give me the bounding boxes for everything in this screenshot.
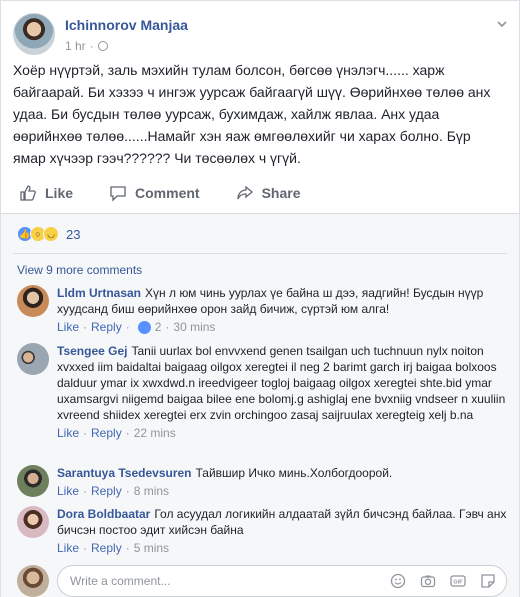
comment-reply-link[interactable]: Reply xyxy=(91,483,122,499)
comment-time[interactable]: 22 mins xyxy=(134,425,176,441)
comment-time[interactable]: 5 mins xyxy=(134,540,169,556)
commenter-avatar[interactable] xyxy=(17,285,49,317)
comment-reply-link[interactable]: Reply xyxy=(91,319,122,335)
commenter-avatar[interactable] xyxy=(17,343,49,375)
commenter-name[interactable]: Dora Boldbaatar xyxy=(57,507,150,521)
post-text: Хоёр нүүртэй, заль мэхийн тулам болсон, … xyxy=(13,62,491,166)
post-meta: 1 hr · xyxy=(65,39,108,53)
post-actions: Like Comment Share xyxy=(13,175,509,211)
comment-icon xyxy=(110,186,126,202)
thumbs-up-icon xyxy=(20,185,36,201)
view-more-comments-link[interactable]: View 9 more comments xyxy=(17,263,142,277)
divider xyxy=(13,253,507,254)
camera-icon[interactable] xyxy=(420,573,436,589)
post-time[interactable]: 1 hr xyxy=(65,39,86,53)
gif-icon[interactable]: GIF xyxy=(450,573,466,589)
reaction-count[interactable]: 23 xyxy=(66,227,80,242)
share-button[interactable]: Share xyxy=(230,184,307,202)
write-comment-placeholder: Write a comment... xyxy=(70,574,171,588)
commenter-name[interactable]: Sarantuya Tsedevsuren xyxy=(57,466,192,480)
comment-label: Comment xyxy=(135,185,200,201)
current-user-avatar xyxy=(17,565,49,597)
comment-like-link[interactable]: Like xyxy=(57,425,79,441)
write-comment-input[interactable]: Write a comment... GIF xyxy=(57,565,507,597)
author-name[interactable]: Ichinnorov Manjaa xyxy=(65,17,188,33)
commenter-avatar[interactable] xyxy=(17,465,49,497)
globe-icon xyxy=(97,41,108,51)
commenter-name[interactable]: Lldm Urtnasan xyxy=(57,286,141,300)
emoji-icon[interactable] xyxy=(390,573,406,589)
comment-button[interactable]: Comment xyxy=(103,184,206,202)
comment-like-link[interactable]: Like xyxy=(57,483,79,499)
comment-like-link[interactable]: Like xyxy=(57,319,79,335)
chevron-down-icon[interactable] xyxy=(497,19,507,29)
comment-reply-link[interactable]: Reply xyxy=(91,540,122,556)
write-comment-row: Write a comment... GIF xyxy=(17,565,507,597)
share-label: Share xyxy=(261,185,301,201)
commenter-avatar[interactable] xyxy=(17,506,49,538)
commenter-name[interactable]: Tsengee Gej xyxy=(57,344,127,358)
svg-text:GIF: GIF xyxy=(453,580,463,586)
sticker-icon[interactable] xyxy=(480,573,496,589)
post-card: Ichinnorov Manjaa 1 hr · Хоёр нүүртэй, з… xyxy=(0,0,520,597)
share-icon xyxy=(236,185,253,200)
comment-reply-link[interactable]: Reply xyxy=(91,425,122,441)
like-button[interactable]: Like xyxy=(13,184,79,202)
comment-text: Тайвшир Ичко минь.Холбогдоорой. xyxy=(195,466,393,480)
comment-time[interactable]: 8 mins xyxy=(134,483,169,499)
comment-like-count[interactable]: 2 xyxy=(155,319,162,335)
reactions-summary[interactable]: 👍 ○ ◡ 23 xyxy=(17,225,80,243)
haha-reaction-icon: ◡ xyxy=(43,226,59,242)
like-label: Like xyxy=(45,185,74,201)
like-reaction-icon xyxy=(137,320,151,334)
author-avatar[interactable] xyxy=(13,13,55,55)
comment-time[interactable]: 30 mins xyxy=(173,319,215,335)
comment-like-link[interactable]: Like xyxy=(57,540,79,556)
